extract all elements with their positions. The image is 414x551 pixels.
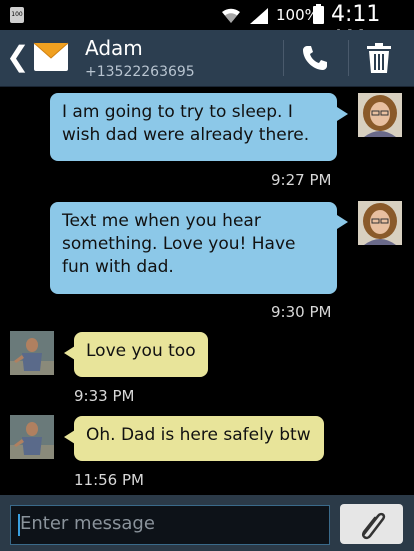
contact-number: +13522263695 bbox=[85, 64, 195, 80]
conversation-header: ❮ Adam +13522263695 bbox=[0, 30, 414, 87]
message-text: Text me when you hear something. Love yo… bbox=[62, 211, 296, 277]
bubble-tail bbox=[337, 107, 348, 121]
message-timestamp: 9:30 PM bbox=[271, 303, 332, 321]
status-bar: 100 100% 4:11 AM bbox=[0, 0, 414, 52]
header-divider bbox=[283, 40, 284, 76]
message-text: Love you too bbox=[86, 341, 196, 361]
envelope-icon bbox=[33, 42, 69, 71]
back-arrow-icon[interactable]: ❮ bbox=[6, 42, 29, 72]
attach-button[interactable] bbox=[340, 504, 403, 544]
message-timestamp: 11:56 PM bbox=[74, 471, 144, 489]
contact-avatar[interactable] bbox=[10, 415, 54, 459]
sender-avatar[interactable] bbox=[358, 201, 402, 245]
trash-icon[interactable] bbox=[364, 42, 394, 74]
battery-icon bbox=[313, 4, 324, 24]
message-text: Oh. Dad is here safely btw bbox=[86, 425, 311, 445]
composer-bar: Enter message bbox=[0, 495, 414, 551]
outgoing-message-bubble[interactable]: Text me when you hear something. Love yo… bbox=[50, 202, 337, 294]
incoming-message-bubble[interactable]: Oh. Dad is here safely btw bbox=[74, 416, 324, 461]
contact-avatar[interactable] bbox=[10, 331, 54, 375]
message-text: I am going to try to sleep. I wish dad w… bbox=[62, 102, 310, 145]
message-input-placeholder: Enter message bbox=[20, 513, 155, 534]
incoming-message-bubble[interactable]: Love you too bbox=[74, 332, 208, 377]
sender-avatar[interactable] bbox=[358, 93, 402, 137]
paperclip-icon bbox=[362, 512, 386, 540]
contact-name: Adam bbox=[85, 36, 143, 60]
message-input[interactable]: Enter message bbox=[10, 505, 330, 545]
signal-icon bbox=[250, 8, 268, 24]
message-list[interactable]: I am going to try to sleep. I wish dad w… bbox=[0, 87, 414, 495]
phone-icon[interactable] bbox=[300, 43, 330, 73]
outgoing-message-bubble[interactable]: I am going to try to sleep. I wish dad w… bbox=[50, 93, 337, 161]
header-divider bbox=[348, 40, 349, 76]
wifi-icon bbox=[222, 8, 240, 23]
message-timestamp: 9:27 PM bbox=[271, 171, 332, 189]
bubble-tail bbox=[337, 215, 348, 229]
message-timestamp: 9:33 PM bbox=[74, 387, 135, 405]
notification-icon: 100 bbox=[10, 7, 24, 23]
